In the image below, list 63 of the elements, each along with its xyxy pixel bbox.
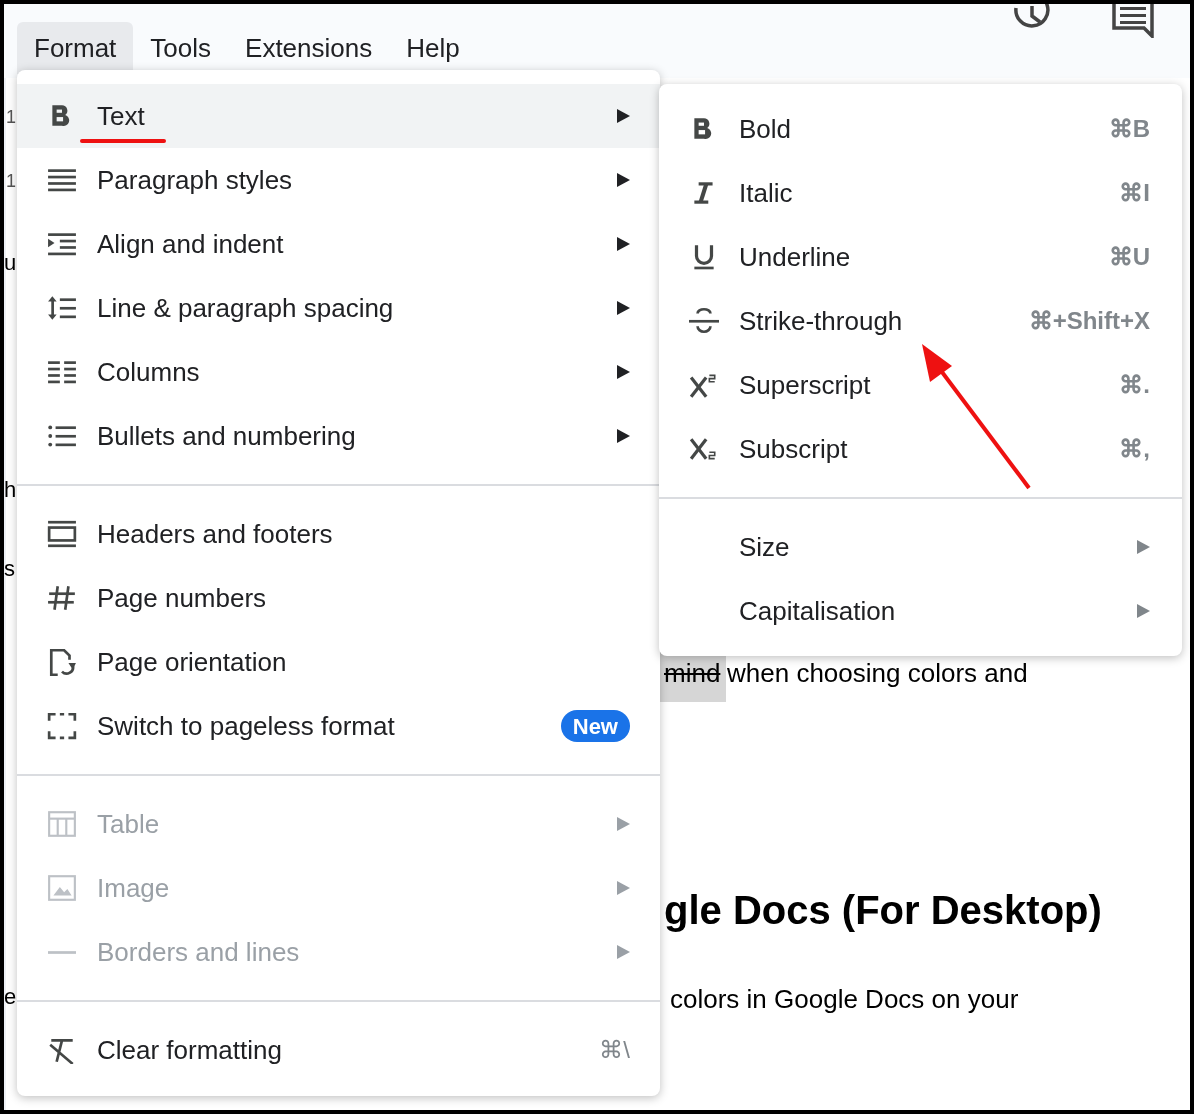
menu-item[interactable]: Size (659, 515, 1182, 579)
text-fragment: u (4, 252, 17, 274)
menu-item[interactable]: Underline ⌘U (659, 225, 1182, 289)
lines-icon (47, 166, 77, 194)
text-fragment: s (4, 558, 15, 580)
shortcut-text: ⌘. (1119, 370, 1150, 400)
indent-icon (47, 230, 77, 258)
ruler-number: 1 (6, 172, 16, 190)
shortcut-text: ⌘U (1108, 242, 1150, 272)
submenu-arrow-icon (617, 301, 630, 315)
strikethrough-icon (689, 307, 719, 335)
body-text: colors in Google Docs on your (670, 983, 1019, 1016)
submenu-arrow-icon (617, 817, 630, 831)
menu-item[interactable]: Strike-through ⌘+Shift+X (659, 289, 1182, 353)
header-footer-icon (47, 520, 77, 548)
submenu-arrow-icon (617, 945, 630, 959)
table-icon (47, 810, 77, 838)
menu-item[interactable]: Page numbers (17, 566, 660, 630)
menu-item[interactable]: Clear formatting ⌘\ (17, 1018, 660, 1082)
dash-icon (48, 950, 76, 954)
menu-item[interactable]: Text (17, 84, 660, 148)
dashed-frame-icon (47, 712, 77, 740)
submenu-arrow-icon (617, 881, 630, 895)
menu-item[interactable]: Headers and footers (17, 502, 660, 566)
comment-icon[interactable] (1112, 4, 1154, 38)
submenu-arrow-icon (1137, 540, 1150, 554)
columns-icon (47, 358, 77, 386)
submenu-arrow-icon (617, 365, 630, 379)
heading: gle Docs (For Desktop) (664, 887, 1102, 934)
submenu-arrow-icon (617, 173, 630, 187)
spacing-icon (47, 294, 77, 322)
hash-icon (47, 584, 77, 612)
image-icon (47, 874, 77, 902)
menu-item[interactable]: Columns (17, 340, 660, 404)
submenu-arrow-icon (617, 429, 630, 443)
menu-item[interactable]: Subscript ⌘, (659, 417, 1182, 481)
shortcut-text: ⌘+Shift+X (1028, 306, 1150, 336)
text-fragment: h (4, 479, 17, 501)
shortcut-text: ⌘, (1119, 434, 1150, 464)
menu-bar-item[interactable]: Help (389, 22, 477, 74)
menu-item[interactable]: Capitalisation (659, 579, 1182, 643)
subscript-icon (689, 435, 719, 463)
submenu-arrow-icon (1137, 604, 1150, 618)
menu-bar-item[interactable]: Tools (133, 22, 229, 74)
menu-item[interactable]: Align and indent (17, 212, 660, 276)
submenu-arrow-icon (617, 237, 630, 251)
menu-item[interactable]: Bullets and numbering (17, 404, 660, 468)
submenu-arrow-icon (617, 109, 630, 123)
menu-item[interactable]: Italic ⌘I (659, 161, 1182, 225)
menu-item[interactable]: Paragraph styles (17, 148, 660, 212)
new-badge: New (560, 710, 630, 742)
menu-bar-item[interactable]: Extensions (228, 22, 390, 74)
page-rotate-icon (47, 648, 77, 676)
ruler-number: 1 (6, 108, 16, 126)
shortcut-text: ⌘I (1119, 178, 1150, 208)
menu-item[interactable]: Bold ⌘B (659, 97, 1182, 161)
shortcut-text: ⌘B (1108, 114, 1150, 144)
menu-item[interactable]: Line & paragraph spacing (17, 276, 660, 340)
menu-bar-item[interactable]: Format (17, 22, 134, 74)
body-text: when choosing colors and (727, 657, 1028, 690)
text-fragment: e (4, 986, 17, 1008)
shortcut-text: ⌘\ (599, 1035, 630, 1065)
menu-item[interactable]: Superscript ⌘. (659, 353, 1182, 417)
